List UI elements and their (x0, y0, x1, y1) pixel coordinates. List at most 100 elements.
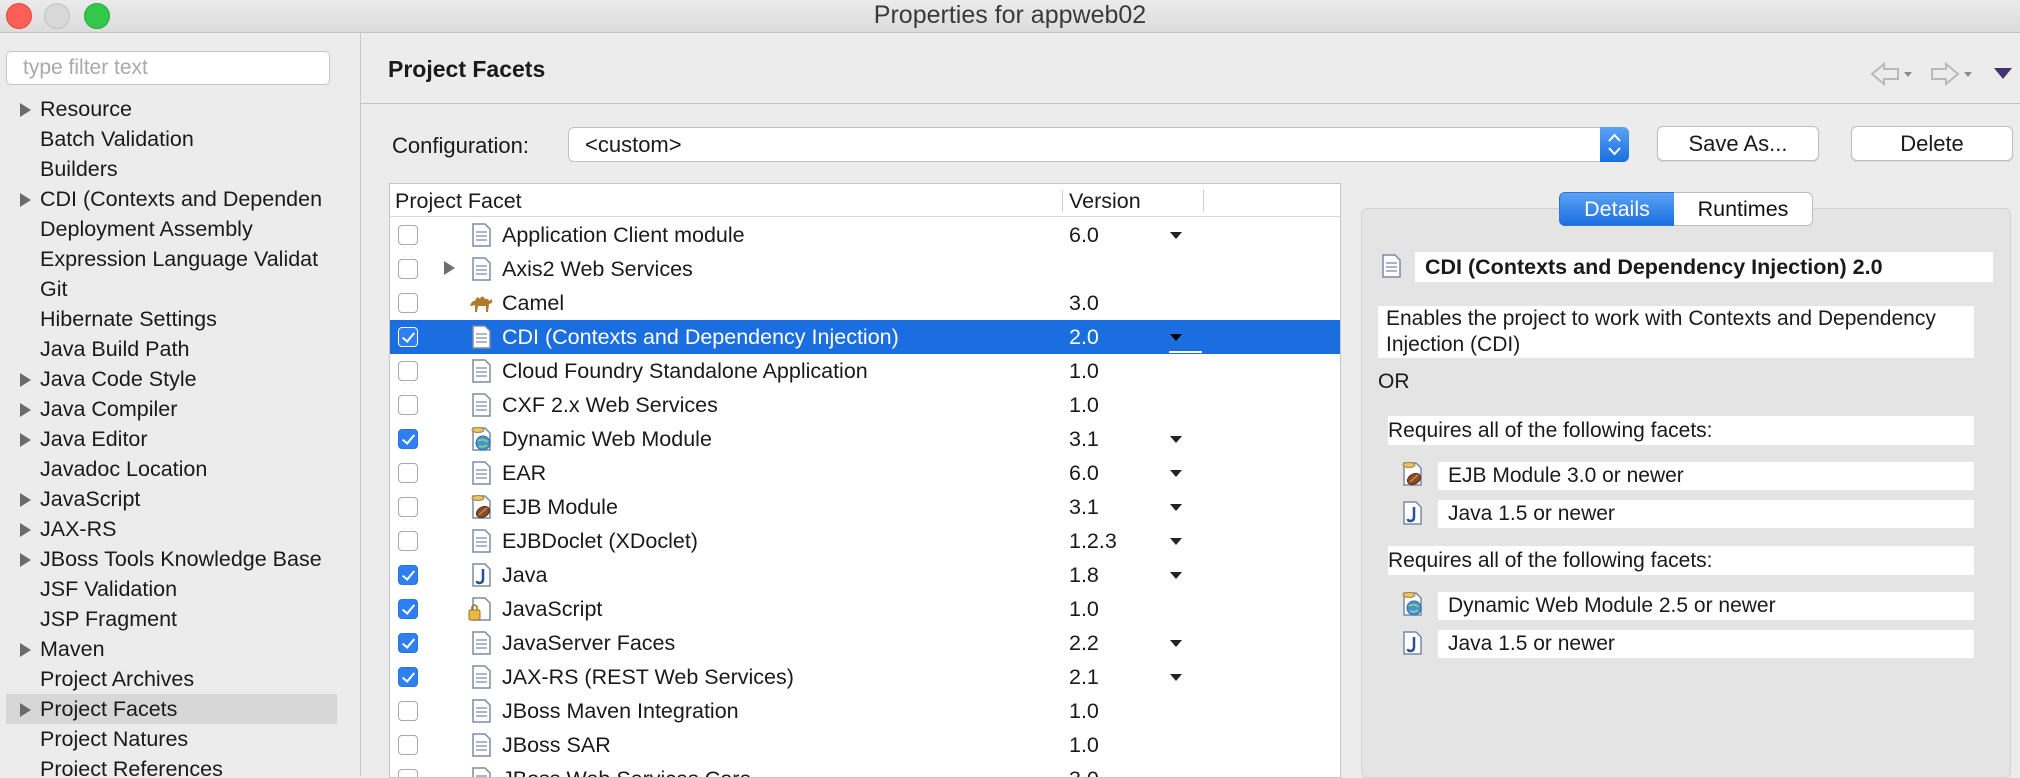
facet-checkbox[interactable] (398, 259, 418, 279)
facet-checkbox[interactable] (398, 599, 418, 619)
forward-arrow-icon[interactable] (1928, 60, 1976, 88)
column-divider[interactable] (1062, 190, 1063, 212)
delete-button[interactable]: Delete (1851, 126, 2013, 161)
nav-item-project-facets[interactable]: Project Facets (6, 694, 337, 724)
nav-item-jboss-tools-knowledge-base[interactable]: JBoss Tools Knowledge Base (0, 544, 337, 574)
facet-version[interactable]: 2.2 (1069, 626, 1099, 660)
version-dropdown-icon[interactable] (1170, 334, 1182, 341)
version-dropdown-icon[interactable] (1170, 504, 1182, 511)
nav-item-cdi-contexts-and-dependen[interactable]: CDI (Contexts and Dependen (0, 184, 337, 214)
nav-item-project-references[interactable]: Project References (0, 754, 337, 776)
expand-arrow-icon[interactable] (20, 373, 31, 387)
version-dropdown-icon[interactable] (1170, 232, 1182, 239)
table-row[interactable]: EJBDoclet (XDoclet) 1.2.3 (390, 524, 1340, 558)
nav-item-project-archives[interactable]: Project Archives (0, 664, 337, 694)
facet-name: Java (502, 563, 548, 587)
facet-version[interactable]: 1.8 (1069, 558, 1099, 592)
nav-item-jsf-validation[interactable]: JSF Validation (0, 574, 337, 604)
facet-checkbox[interactable] (398, 361, 418, 381)
nav-item-project-natures[interactable]: Project Natures (0, 724, 337, 754)
nav-item-jax-rs[interactable]: JAX-RS (0, 514, 337, 544)
nav-item-batch-validation[interactable]: Batch Validation (0, 124, 337, 154)
nav-item-builders[interactable]: Builders (0, 154, 337, 184)
nav-item-maven[interactable]: Maven (0, 634, 337, 664)
nav-item-javadoc-location[interactable]: Javadoc Location (0, 454, 337, 484)
version-dropdown-icon[interactable] (1170, 436, 1182, 443)
facet-version[interactable]: 1.2.3 (1069, 524, 1117, 558)
facet-checkbox[interactable] (398, 463, 418, 483)
expand-arrow-icon[interactable] (20, 523, 31, 537)
expand-arrow-icon[interactable] (20, 103, 31, 117)
nav-item-resource[interactable]: Resource (0, 94, 337, 124)
select-stepper-icon[interactable] (1600, 127, 1629, 162)
table-row[interactable]: EJB Module 3.1 (390, 490, 1340, 524)
table-row[interactable]: JBoss SAR 1.0 (390, 728, 1340, 762)
expand-arrow-icon[interactable] (20, 433, 31, 447)
table-row[interactable]: Camel 3.0 (390, 286, 1340, 320)
configuration-select[interactable]: <custom> (568, 127, 1629, 162)
version-dropdown-icon[interactable] (1170, 572, 1182, 579)
table-row[interactable]: Java 1.8 (390, 558, 1340, 592)
table-row[interactable]: CDI (Contexts and Dependency Injection) 2… (390, 320, 1340, 354)
facet-checkbox[interactable] (398, 667, 418, 687)
version-dropdown-icon[interactable] (1170, 470, 1182, 477)
expand-arrow-icon[interactable] (20, 553, 31, 567)
table-row[interactable]: JavaScript 1.0 (390, 592, 1340, 626)
facet-checkbox[interactable] (398, 633, 418, 653)
expand-arrow-icon[interactable] (20, 403, 31, 417)
expand-arrow-icon[interactable] (20, 193, 31, 207)
column-divider[interactable] (1203, 190, 1204, 212)
expand-arrow-icon[interactable] (20, 703, 31, 717)
nav-item-git[interactable]: Git (0, 274, 337, 304)
facet-checkbox[interactable] (398, 225, 418, 245)
version-dropdown-icon[interactable] (1170, 538, 1182, 545)
nav-item-hibernate-settings[interactable]: Hibernate Settings (0, 304, 337, 334)
column-header-version[interactable]: Version (1069, 184, 1141, 216)
version-dropdown-icon[interactable] (1170, 674, 1182, 681)
facet-checkbox[interactable] (398, 395, 418, 415)
column-header-facet[interactable]: Project Facet (395, 184, 522, 216)
table-row[interactable]: Cloud Foundry Standalone Application 1.0 (390, 354, 1340, 388)
facet-checkbox[interactable] (398, 565, 418, 585)
facet-checkbox[interactable] (398, 735, 418, 755)
facet-checkbox[interactable] (398, 497, 418, 517)
version-dropdown-icon[interactable] (1170, 640, 1182, 647)
facet-checkbox[interactable] (398, 701, 418, 721)
facet-checkbox[interactable] (398, 429, 418, 449)
filter-input[interactable] (6, 51, 330, 85)
nav-item-javascript[interactable]: JavaScript (0, 484, 337, 514)
facet-version[interactable]: 6.0 (1069, 456, 1099, 490)
nav-item-java-editor[interactable]: Java Editor (0, 424, 337, 454)
table-row[interactable]: Axis2 Web Services (390, 252, 1340, 286)
facet-version[interactable]: 3.1 (1069, 422, 1099, 456)
table-row[interactable]: EAR 6.0 (390, 456, 1340, 490)
expand-arrow-icon[interactable] (20, 493, 31, 507)
expand-arrow-icon[interactable] (444, 261, 455, 275)
nav-item-jsp-fragment[interactable]: JSP Fragment (0, 604, 337, 634)
table-row[interactable]: Application Client module 6.0 (390, 218, 1340, 252)
tab-details[interactable]: Details (1559, 192, 1675, 226)
view-menu-icon[interactable] (1994, 68, 2012, 79)
facet-checkbox[interactable] (398, 327, 418, 347)
nav-item-java-compiler[interactable]: Java Compiler (0, 394, 337, 424)
nav-item-deployment-assembly[interactable]: Deployment Assembly (0, 214, 337, 244)
nav-item-expression-language-validat[interactable]: Expression Language Validat (0, 244, 337, 274)
back-arrow-icon[interactable] (1868, 60, 1916, 88)
table-row[interactable]: JAX-RS (REST Web Services) 2.1 (390, 660, 1340, 694)
nav-item-java-build-path[interactable]: Java Build Path (0, 334, 337, 364)
facet-checkbox[interactable] (398, 531, 418, 551)
table-row[interactable]: Dynamic Web Module 3.1 (390, 422, 1340, 456)
facet-version[interactable]: 3.1 (1069, 490, 1099, 524)
table-row[interactable]: JBoss Maven Integration 1.0 (390, 694, 1340, 728)
table-row[interactable]: CXF 2.x Web Services 1.0 (390, 388, 1340, 422)
tab-runtimes[interactable]: Runtimes (1674, 192, 1813, 226)
facet-checkbox[interactable] (398, 293, 418, 313)
expand-arrow-icon[interactable] (20, 643, 31, 657)
facet-version[interactable]: 2.0 (1069, 320, 1099, 354)
facet-version[interactable]: 2.1 (1069, 660, 1099, 694)
nav-item-java-code-style[interactable]: Java Code Style (0, 364, 337, 394)
facet-checkbox[interactable] (398, 769, 418, 777)
facet-version[interactable]: 6.0 (1069, 218, 1099, 252)
save-as-button[interactable]: Save As... (1657, 126, 1819, 161)
table-row[interactable]: JavaServer Faces 2.2 (390, 626, 1340, 660)
